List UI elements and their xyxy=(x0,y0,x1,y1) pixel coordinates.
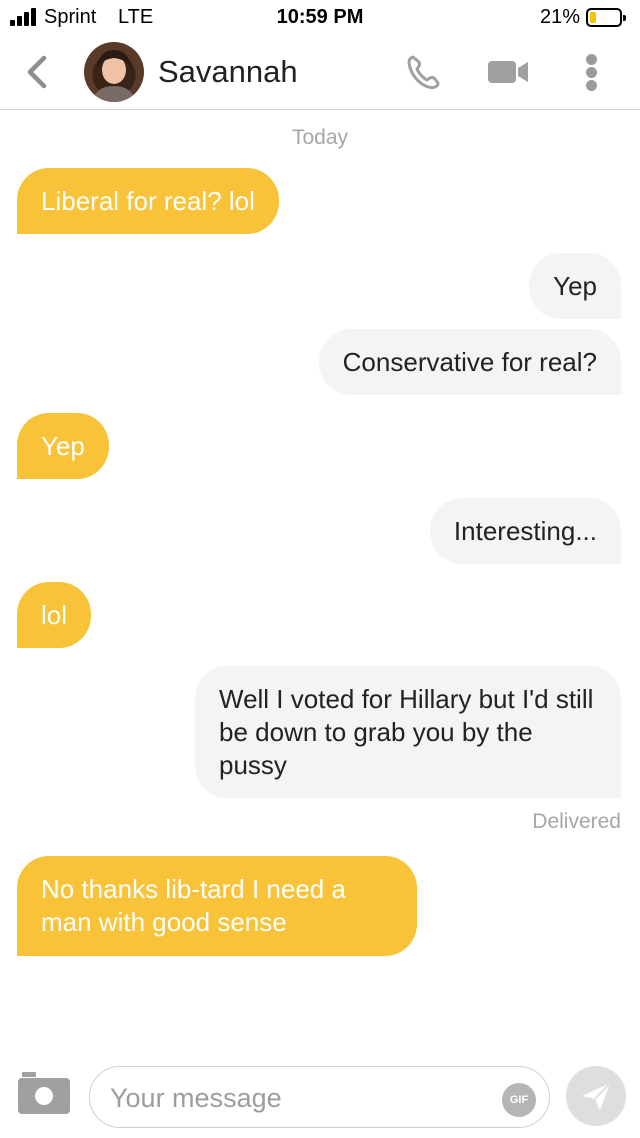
battery-level xyxy=(590,12,596,23)
message-input[interactable] xyxy=(110,1079,490,1117)
gif-icon: GIF xyxy=(509,1094,529,1106)
send-button[interactable] xyxy=(566,1066,626,1126)
battery-percent: 21% xyxy=(540,6,581,28)
contact-name[interactable]: Savannah xyxy=(158,54,298,90)
camera-icon xyxy=(18,1072,70,1114)
video-call-button[interactable] xyxy=(486,56,532,88)
avatar[interactable] xyxy=(84,42,144,102)
message-bubble-outgoing[interactable]: Yep xyxy=(529,253,621,319)
message-bubble-incoming[interactable]: Yep xyxy=(17,413,109,479)
phone-icon xyxy=(407,55,440,90)
voice-call-button[interactable] xyxy=(404,52,444,92)
camera-button[interactable] xyxy=(18,1072,70,1114)
message-bubble-incoming[interactable]: lol xyxy=(17,582,92,648)
message-bubble-outgoing[interactable]: Interesting... xyxy=(429,498,621,564)
day-separator: Today xyxy=(291,126,349,149)
message-input-container[interactable]: GIF xyxy=(89,1066,550,1128)
video-camera-icon xyxy=(488,61,528,83)
send-icon xyxy=(582,1082,611,1110)
more-options-button[interactable] xyxy=(580,50,604,94)
gif-button[interactable]: GIF xyxy=(502,1083,536,1117)
delivered-status: Delivered xyxy=(532,810,621,833)
message-bubble-outgoing[interactable]: Conservative for real? xyxy=(318,329,621,395)
battery-icon xyxy=(586,8,626,27)
message-bubble-incoming[interactable]: No thanks lib-tard I need a man with goo… xyxy=(17,856,417,956)
chevron-left-icon xyxy=(27,55,47,89)
message-bubble-incoming[interactable]: Liberal for real? lol xyxy=(17,168,279,234)
back-button[interactable] xyxy=(18,50,58,94)
status-bar: Sprint LTE 10:59 PM 21% xyxy=(0,0,640,36)
message-bubble-outgoing[interactable]: Well I voted for Hillary but I'd still b… xyxy=(195,666,621,798)
chat-header: Savannah xyxy=(0,36,640,110)
